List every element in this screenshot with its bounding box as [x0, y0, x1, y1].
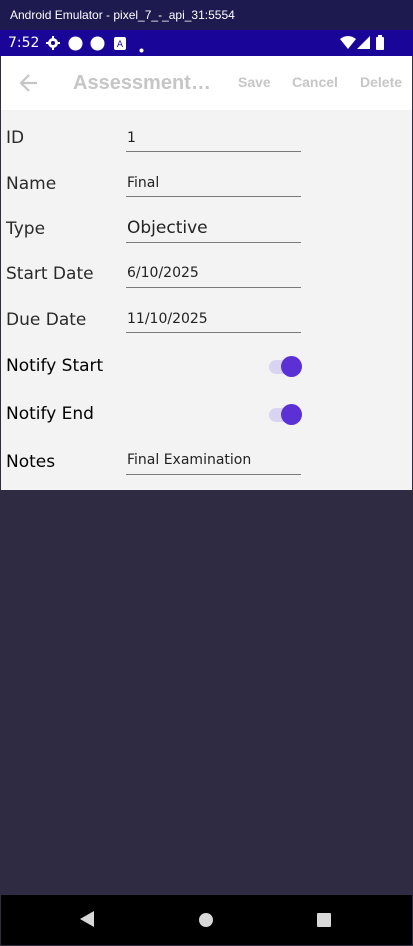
type-picker[interactable]: Objective: [126, 218, 301, 243]
battery-icon: [376, 35, 384, 55]
status-bar: 7:52 A: [0, 30, 413, 56]
notify-start-label: Notify Start: [6, 356, 104, 376]
notify-end-label: Notify End: [6, 404, 94, 424]
name-field[interactable]: Final: [126, 175, 301, 197]
gear-icon: [46, 36, 60, 55]
due-date-picker[interactable]: 11/10/2025: [126, 311, 301, 333]
cancel-button[interactable]: Cancel: [292, 74, 338, 90]
assessment-edit-page: AssessmentE... Save Cancel Delete ID 1 N…: [1, 56, 412, 490]
notify-end-switch[interactable]: [269, 403, 303, 425]
nav-recents-icon[interactable]: [317, 913, 331, 932]
emulator-window-title: Android Emulator - pixel_7_-_api_31:5554: [0, 0, 413, 30]
switch-thumb: [281, 356, 302, 377]
toolbar: AssessmentE... Save Cancel Delete: [1, 56, 412, 110]
delete-button[interactable]: Delete: [360, 74, 402, 90]
id-field[interactable]: 1: [126, 130, 301, 152]
notify-start-switch[interactable]: [269, 355, 303, 377]
wifi-icon: [340, 36, 356, 54]
status-time: 7:52: [8, 35, 40, 51]
circle-icon: [90, 36, 105, 56]
type-label: Type: [6, 219, 46, 239]
save-button[interactable]: Save: [238, 74, 271, 90]
back-arrow-icon[interactable]: [16, 70, 42, 96]
start-date-picker[interactable]: 6/10/2025: [126, 265, 301, 288]
start-date-label: Start Date: [6, 264, 94, 284]
svg-text:A: A: [117, 40, 124, 50]
nav-back-icon[interactable]: [79, 911, 95, 932]
signal-icon: [357, 36, 370, 54]
notes-field[interactable]: Final Examination: [126, 452, 301, 475]
name-label: Name: [6, 174, 57, 194]
nav-home-icon[interactable]: [198, 912, 214, 933]
page-title: AssessmentE...: [73, 72, 218, 94]
system-nav-bar: [1, 895, 412, 945]
notes-label: Notes: [6, 452, 56, 472]
circle-icon: [68, 36, 83, 56]
id-label: ID: [6, 128, 25, 148]
assessment-form: ID 1 Name Final Type Objective Start Dat…: [1, 110, 412, 490]
due-date-label: Due Date: [6, 310, 87, 330]
sim-icon: A: [114, 37, 126, 55]
switch-thumb: [281, 404, 302, 425]
